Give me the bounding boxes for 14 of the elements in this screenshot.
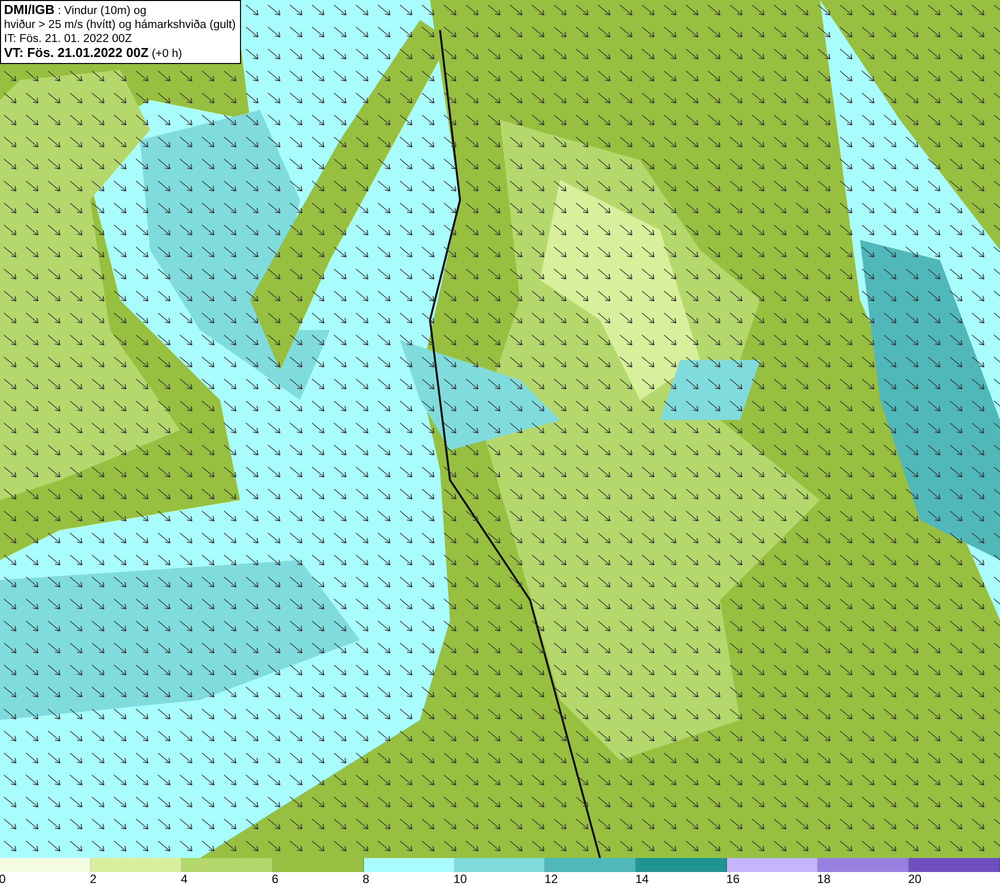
legend-label: 4 bbox=[180, 872, 188, 887]
legend-label: 6 bbox=[272, 872, 278, 887]
info-text: hviður > 25 m/s (hvítt) og hámarkshviða (gult) bbox=[4, 18, 236, 32]
legend-label: 12 bbox=[544, 872, 558, 887]
legend-label: 8 bbox=[362, 872, 370, 887]
info-text: DMI/IGB : Vindur (10m) og bbox=[4, 3, 148, 18]
legend-label: 18 bbox=[817, 872, 831, 887]
legend-label: 20 bbox=[908, 872, 922, 887]
legend-label: 10 bbox=[454, 872, 467, 887]
legend-label: 16 bbox=[726, 872, 740, 887]
legend-label: 2 bbox=[90, 872, 97, 887]
info-text: VT: Fös. 21.01.2022 00Z (+0 h) bbox=[4, 46, 184, 61]
legend-label: 14 bbox=[635, 872, 649, 887]
info-text: IT: Fös. 21. 01. 2022 00Z bbox=[4, 32, 133, 46]
